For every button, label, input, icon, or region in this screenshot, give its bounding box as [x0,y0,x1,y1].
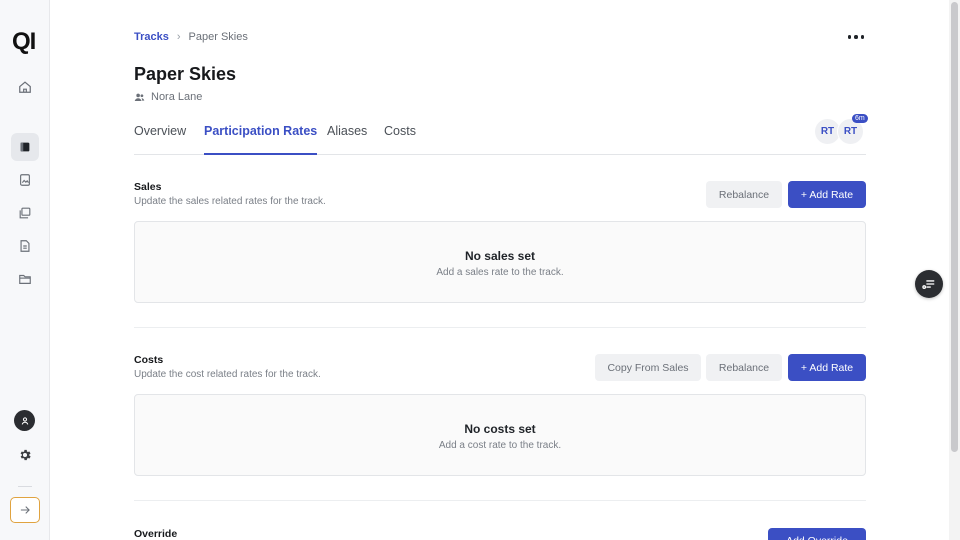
settings-button[interactable] [11,441,39,469]
sidebar-item-images[interactable] [11,166,39,194]
gear-icon [20,449,31,461]
folder-icon [19,274,31,284]
costs-empty-subtitle: Add a cost rate to the track. [438,440,562,451]
sidebar-item-home[interactable] [11,73,39,101]
breadcrumb: Tracks › Paper Skies [134,31,248,43]
user-icon [21,416,28,425]
sales-empty-state: No sales set Add a sales rate to the tra… [134,221,866,303]
sales-rebalance-button[interactable]: Rebalance [706,181,782,208]
sidebar-item-tracks[interactable] [11,133,39,161]
chevron-right-icon: › [176,31,181,43]
sidebar-divider [18,486,32,487]
owner-name: Nora Lane [151,91,203,103]
page-scrollbar[interactable] [949,0,960,540]
document-icon [20,240,30,252]
breadcrumb-current: Paper Skies [188,31,248,43]
scrollbar-thumb[interactable] [951,2,958,452]
costs-empty-state: No costs set Add a cost rate to the trac… [134,394,866,476]
tab-aliases[interactable]: Aliases [327,124,367,155]
copy-from-sales-button[interactable]: Copy From Sales [595,354,701,381]
users-icon [134,93,145,101]
layers-icon [19,207,31,219]
page-title: Paper Skies [134,64,237,84]
sales-empty-subtitle: Add a sales rate to the track. [436,267,564,278]
tracks-icon [20,142,30,152]
more-dots-icon [847,35,852,39]
costs-section-subtitle: Update the cost related rates for the tr… [134,369,321,380]
tab-participation-rates[interactable]: Participation Rates [204,124,318,155]
costs-rebalance-button[interactable]: Rebalance [706,354,782,381]
expand-sidebar-button[interactable] [10,497,40,523]
owner-info: Nora Lane [134,91,202,103]
sidebar-item-layers[interactable] [11,199,39,227]
filter-list-icon [922,280,935,289]
tab-overview[interactable]: Overview [134,124,186,155]
more-options-button[interactable] [844,28,868,46]
costs-section-title: Costs [134,354,164,366]
home-icon [19,81,31,93]
sales-section-subtitle: Update the sales related rates for the t… [134,196,326,207]
app-logo[interactable]: QI [12,28,36,56]
image-file-icon [20,174,30,186]
sidebar-item-folders[interactable] [11,265,39,293]
costs-add-rate-button[interactable]: + Add Rate [788,354,866,381]
arrow-right-icon [20,506,30,514]
breadcrumb-tracks-link[interactable]: Tracks [134,31,169,43]
section-divider [134,327,866,328]
override-section-title: Override [134,528,178,540]
costs-empty-title: No costs set [464,422,536,436]
tab-costs[interactable]: Costs [384,124,416,155]
floating-menu-button[interactable] [915,270,943,298]
tab-bar: Overview Participation Rates Aliases Cos… [134,118,866,155]
add-override-button[interactable]: Add Override [768,528,866,540]
presence-time-badge: 6m [852,114,868,123]
sidebar-item-documents[interactable] [11,232,39,260]
sales-add-rate-button[interactable]: + Add Rate [788,181,866,208]
user-avatar[interactable] [14,410,35,431]
sales-empty-title: No sales set [464,249,536,263]
sidebar: QI [0,0,50,540]
section-divider [134,500,866,501]
sales-section-title: Sales [134,181,162,193]
